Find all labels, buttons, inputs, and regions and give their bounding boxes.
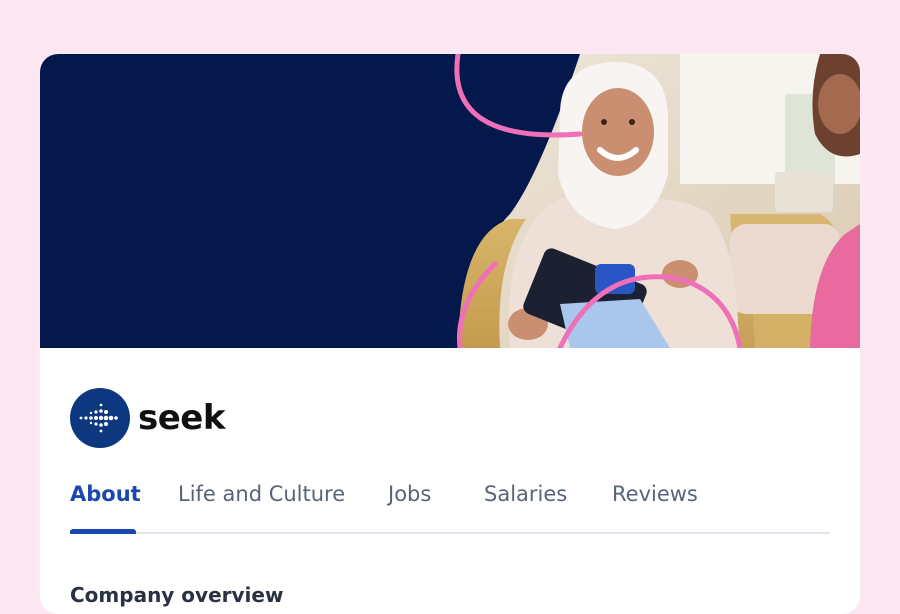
arrow-dots-icon: [79, 403, 118, 433]
cover-banner: [40, 54, 860, 348]
tab-life-and-culture[interactable]: Life and Culture: [178, 482, 345, 506]
company-name: seek: [138, 398, 225, 438]
company-logo[interactable]: seek: [70, 388, 225, 448]
seek-logo-icon: [70, 388, 130, 448]
profile-tabs: About Life and Culture Jobs Salaries Rev…: [70, 474, 830, 534]
tab-about[interactable]: About: [70, 482, 141, 506]
tab-reviews[interactable]: Reviews: [612, 482, 698, 506]
cover-photo: [454, 54, 860, 348]
tab-jobs[interactable]: Jobs: [388, 482, 431, 506]
active-tab-indicator: [70, 529, 136, 534]
section-title-company-overview: Company overview: [70, 582, 284, 607]
tab-salaries[interactable]: Salaries: [484, 482, 567, 506]
company-profile-card: seek About Life and Culture Jobs Salarie…: [40, 54, 860, 614]
